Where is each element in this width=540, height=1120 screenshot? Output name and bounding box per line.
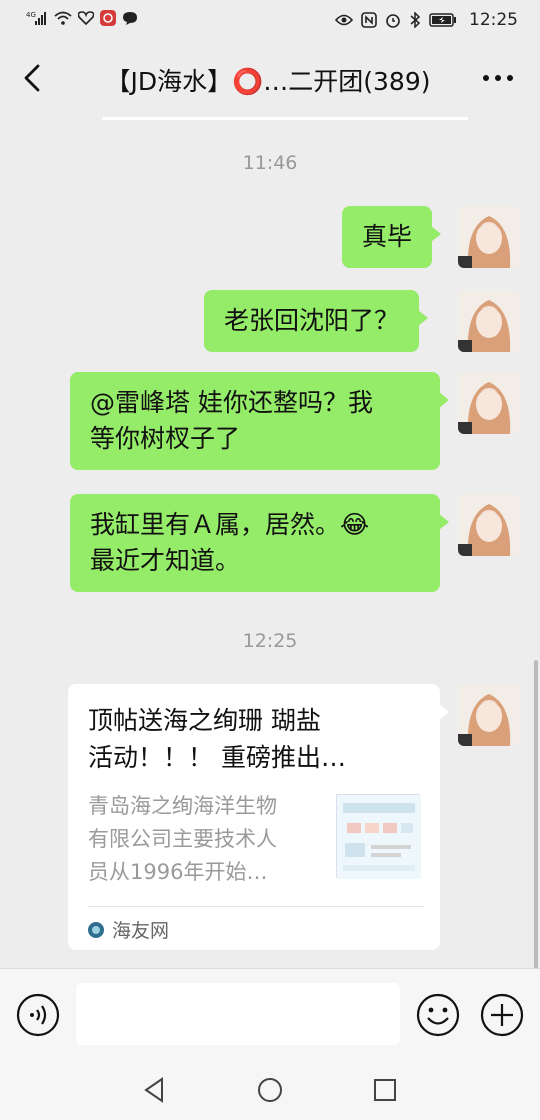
chat-header: 【JD海水】⭕…二开团(389) (0, 40, 540, 118)
avatar-image (458, 206, 520, 268)
bluetooth-icon (410, 12, 421, 28)
voice-icon[interactable] (16, 993, 60, 1037)
status-right: 12:25 (335, 10, 518, 30)
home-circle-icon[interactable] (255, 1075, 285, 1105)
avatar-image (458, 372, 520, 434)
card-description: 青岛海之绚海洋生物 有限公司主要技术人 员从1996年开始… (88, 790, 320, 889)
card-divider (88, 906, 424, 907)
source-name: 海友网 (112, 920, 170, 942)
signal-icon: 4G (26, 11, 46, 25)
heart-app-icon (78, 11, 94, 25)
source-logo-icon (88, 921, 104, 938)
back-arrow-icon[interactable] (16, 60, 52, 96)
card-source: 海友网 (88, 916, 169, 943)
chat-title: 【JD海水】⭕…二开团(389) (105, 67, 431, 96)
svg-text:4G: 4G (26, 11, 36, 19)
timestamp: 11:46 (242, 152, 298, 174)
message-bubble[interactable]: 我缸里有Ａ属，居然。😂 最近才知道。 (70, 494, 449, 592)
message-list[interactable]: 11:46 真毕 老张回沈阳了？ @雷峰塔 娃你还整吗？我 等你树杈子了 我缸里… (0, 120, 540, 970)
avatar[interactable] (458, 206, 520, 268)
card-desc-line: 青岛海之绚海洋生物 (88, 794, 277, 818)
system-nav-bar (0, 1060, 540, 1120)
avatar[interactable] (458, 290, 520, 352)
avatar-image (458, 684, 520, 746)
status-time: 12:25 (469, 10, 518, 30)
alarm-icon (386, 14, 400, 28)
nfc-icon (361, 12, 377, 28)
emoji-icon[interactable] (416, 993, 460, 1037)
recents-square-icon[interactable] (370, 1075, 400, 1105)
message-text-line: 等你树杈子了 (90, 424, 241, 453)
plus-icon[interactable] (480, 993, 524, 1037)
timestamp: 12:25 (242, 630, 298, 652)
chat-bubble-icon (123, 11, 137, 25)
input-bar (0, 968, 540, 1060)
message-text: 真毕 (362, 222, 413, 251)
red-app-icon (100, 10, 116, 26)
avatar[interactable] (458, 684, 520, 746)
message-input[interactable] (76, 983, 400, 1045)
card-title: 顶帖送海之绚珊 瑚盐 活动！！！ 重磅推出… (88, 702, 418, 776)
battery-icon (429, 13, 456, 27)
status-left: 4G (26, 10, 138, 26)
message-text: 老张回沈阳了？ (224, 306, 400, 335)
card-desc-line: 有限公司主要技术人 (88, 827, 277, 851)
message-text-line: 最近才知道。 (90, 546, 241, 575)
card-title-line: 顶帖送海之绚珊 瑚盐 (88, 706, 321, 735)
avatar[interactable] (458, 494, 520, 556)
back-triangle-icon[interactable] (140, 1075, 170, 1105)
scrollbar[interactable] (534, 660, 538, 970)
eye-icon (335, 14, 353, 26)
message-bubble[interactable]: @雷峰塔 娃你还整吗？我 等你树杈子了 (70, 372, 449, 470)
message-text-line: @雷峰塔 娃你还整吗？我 (90, 388, 373, 417)
message-bubble[interactable]: 老张回沈阳了？ (204, 290, 429, 352)
card-desc-line: 员从1996年开始… (88, 860, 268, 884)
wifi-icon (54, 11, 72, 25)
avatar[interactable] (458, 372, 520, 434)
status-bar: 4G 12:25 (0, 0, 540, 40)
thumbnail-image (337, 795, 421, 879)
avatar-image (458, 494, 520, 556)
link-card[interactable]: 顶帖送海之绚珊 瑚盐 活动！！！ 重磅推出… 青岛海之绚海洋生物 有限公司主要技… (68, 684, 449, 950)
card-title-line: 活动！！！ 重磅推出… (88, 743, 346, 772)
more-options-icon[interactable] (480, 62, 516, 94)
message-bubble[interactable]: 真毕 (342, 206, 442, 268)
message-text-line: 我缸里有Ａ属，居然。😂 (90, 510, 370, 539)
card-thumbnail (336, 794, 421, 879)
avatar-image (458, 290, 520, 352)
